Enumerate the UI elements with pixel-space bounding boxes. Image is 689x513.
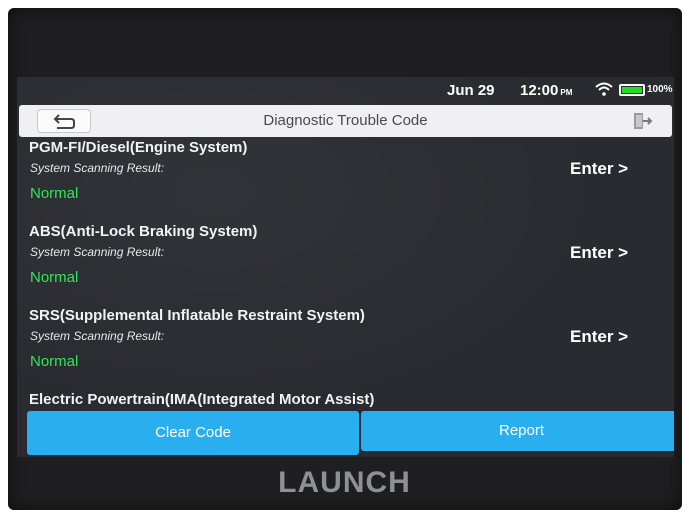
system-name: SRS(Supplemental Inflatable Restraint Sy… bbox=[29, 307, 365, 324]
system-name: PGM-FI/Diesel(Engine System) bbox=[29, 139, 248, 156]
system-row-abs[interactable]: ABS(Anti-Lock Braking System) System Sca… bbox=[17, 223, 674, 305]
system-name: ABS(Anti-Lock Braking System) bbox=[29, 223, 258, 240]
exit-icon[interactable] bbox=[631, 110, 653, 132]
bottom-action-bar: Clear Code Report bbox=[27, 411, 674, 455]
system-name: Electric Powertrain(IMA(Integrated Motor… bbox=[29, 391, 375, 408]
system-list: PGM-FI/Diesel(Engine System) System Scan… bbox=[17, 139, 674, 411]
wifi-icon bbox=[595, 82, 613, 96]
battery-icon bbox=[619, 84, 645, 96]
page-title: Diagnostic Trouble Code bbox=[263, 112, 428, 129]
system-subtitle: System Scanning Result: bbox=[30, 329, 165, 343]
brand-logo: LAUNCH bbox=[278, 466, 411, 499]
enter-button[interactable]: Enter > bbox=[570, 327, 628, 347]
system-row-engine[interactable]: PGM-FI/Diesel(Engine System) System Scan… bbox=[17, 139, 674, 221]
device-screen: Jun 29 12:00 PM 100% Diagnostic Trouble C… bbox=[17, 77, 674, 457]
report-button[interactable]: Report bbox=[361, 411, 674, 451]
title-bar: Diagnostic Trouble Code bbox=[19, 105, 672, 137]
system-status: Normal bbox=[30, 353, 79, 370]
system-row-srs[interactable]: SRS(Supplemental Inflatable Restraint Sy… bbox=[17, 307, 674, 389]
status-date: Jun 29 bbox=[447, 82, 495, 99]
status-time: 12:00 PM bbox=[520, 82, 573, 99]
system-subtitle: System Scanning Result: bbox=[30, 161, 165, 175]
enter-button[interactable]: Enter > bbox=[570, 159, 628, 179]
clear-code-button[interactable]: Clear Code bbox=[27, 411, 359, 455]
battery-percent: 100% bbox=[647, 84, 673, 95]
system-row-electric-powertrain[interactable]: Electric Powertrain(IMA(Integrated Motor… bbox=[17, 391, 674, 411]
system-status: Normal bbox=[30, 185, 79, 202]
system-status: Normal bbox=[30, 269, 79, 286]
status-ampm: PM bbox=[560, 88, 573, 97]
status-bar: Jun 29 12:00 PM 100% bbox=[17, 77, 674, 103]
enter-button[interactable]: Enter > bbox=[570, 243, 628, 263]
battery-fill bbox=[622, 87, 642, 93]
system-subtitle: System Scanning Result: bbox=[30, 245, 165, 259]
